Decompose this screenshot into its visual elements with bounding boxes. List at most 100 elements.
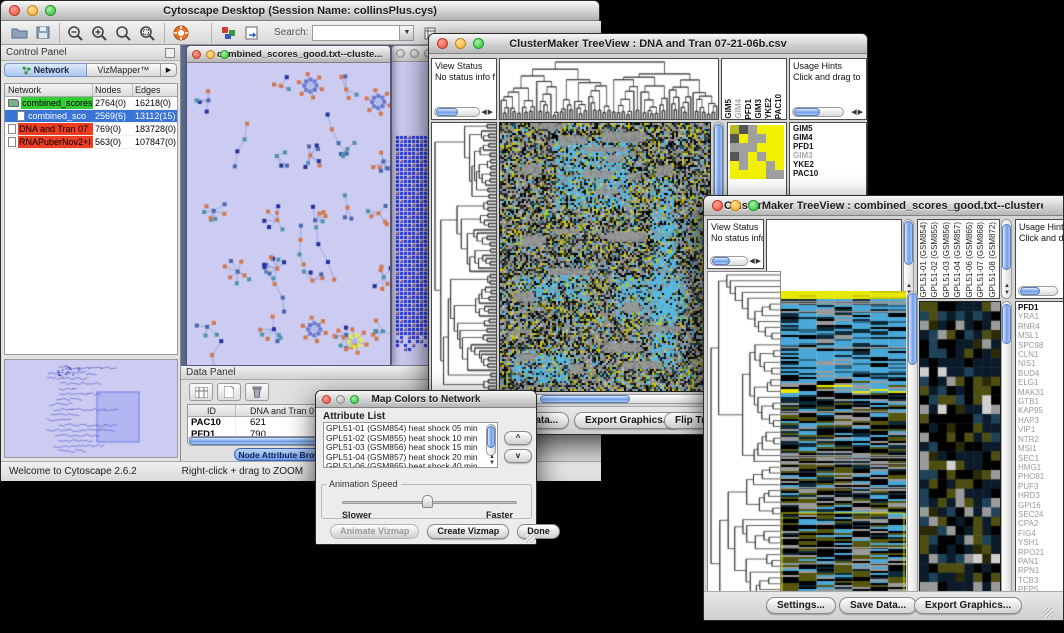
- tv2-gene-label[interactable]: PHO81: [1018, 472, 1063, 481]
- close-button[interactable]: [9, 5, 20, 16]
- open-folder-icon[interactable]: [7, 22, 31, 44]
- attribute-list-item[interactable]: GPL51-06 (GSM865) heat shock 40 min: [326, 462, 495, 468]
- tv2-gene-label[interactable]: PUF3: [1018, 482, 1063, 491]
- network-row[interactable]: DNA and Tran 07769(0)183728(0): [5, 123, 177, 136]
- attribute-table-icon[interactable]: [189, 383, 213, 401]
- minimize-button[interactable]: [730, 200, 741, 211]
- tv2-gene-label[interactable]: PFD1: [1018, 303, 1063, 312]
- tv1-zoom-matrix[interactable]: [730, 125, 784, 179]
- tv2-gene-label[interactable]: NIS1: [1018, 359, 1063, 368]
- tv2-zoom-canvas[interactable]: [920, 302, 1000, 610]
- tv1-row-label[interactable]: PFD1: [793, 142, 866, 151]
- tv2-gene-label[interactable]: SEC24: [1018, 510, 1063, 519]
- new-attribute-icon[interactable]: [217, 383, 241, 401]
- close-button[interactable]: [712, 200, 723, 211]
- plugin-icon[interactable]: [240, 22, 264, 44]
- network-view-titlebar[interactable]: combined_scores_good.txt--cluste...: [187, 46, 390, 63]
- help-lifesaver-icon[interactable]: [169, 22, 193, 44]
- tab-network[interactable]: Network: [4, 63, 87, 77]
- close-button[interactable]: [437, 38, 448, 49]
- tv2-collabels-scroll-arrows[interactable]: ▲▼: [1004, 283, 1010, 297]
- tv2-hints-hscrollbar[interactable]: [1018, 286, 1058, 296]
- tv2-gene-label[interactable]: MAK31: [1018, 388, 1063, 397]
- minimize-button[interactable]: [206, 50, 215, 59]
- tv2-gene-label[interactable]: HRD3: [1018, 491, 1063, 500]
- zoom-selected-icon[interactable]: [136, 22, 160, 44]
- tv2-gene-label[interactable]: NTR2: [1018, 435, 1063, 444]
- tv2-gene-label[interactable]: VIP1: [1018, 425, 1063, 434]
- resize-grip[interactable]: [526, 534, 535, 543]
- tv2-gene-label[interactable]: HAP3: [1018, 416, 1063, 425]
- zoom-button[interactable]: [45, 5, 56, 16]
- tv2-gene-label[interactable]: MSI1: [1018, 444, 1063, 453]
- network-view-window[interactable]: combined_scores_good.txt--cluste...: [186, 45, 391, 366]
- zoom-out-icon[interactable]: [64, 22, 88, 44]
- tv1-heatmap-canvas[interactable]: [500, 123, 710, 391]
- tv1-row-label[interactable]: GIM3: [793, 151, 866, 160]
- search-input[interactable]: [312, 25, 400, 41]
- save-icon[interactable]: [31, 22, 55, 44]
- create-vizmap-button[interactable]: Create Vizmap: [427, 524, 509, 539]
- tv1-row-dendrogram-canvas[interactable]: [432, 123, 496, 391]
- dialog-titlebar[interactable]: Map Colors to Network: [316, 391, 536, 408]
- tv2-gene-label[interactable]: KAP95: [1018, 406, 1063, 415]
- zoom-button[interactable]: [350, 395, 359, 404]
- tv2-heatmap-vscrollbar[interactable]: ▲▼: [907, 291, 918, 611]
- minimize-button[interactable]: [455, 38, 466, 49]
- tv2-status-scroll-arrows[interactable]: ◀▶: [749, 257, 762, 265]
- save-data-button[interactable]: Save Data...: [839, 597, 917, 614]
- resize-grip[interactable]: [1043, 608, 1053, 618]
- main-titlebar[interactable]: Cytoscape Desktop (Session Name: collins…: [1, 1, 599, 21]
- tab-vizmapper[interactable]: VizMapper™: [87, 63, 161, 77]
- float-panel-icon[interactable]: [165, 48, 175, 58]
- network-overview-canvas[interactable]: [5, 360, 177, 457]
- tv1-row-label[interactable]: GIM5: [793, 124, 866, 133]
- zoom-button[interactable]: [473, 38, 484, 49]
- treeview2-titlebar[interactable]: ClusterMaker TreeView : combined_scores_…: [704, 196, 1063, 216]
- tv2-gene-label[interactable]: RPN1: [1018, 566, 1063, 575]
- tv1-hints-scroll-arrows[interactable]: ◀▶: [851, 108, 864, 116]
- network-row[interactable]: combined_scores2764(0)16218(0): [5, 97, 177, 110]
- close-button[interactable]: [192, 50, 201, 59]
- tv2-gene-label[interactable]: SPC98: [1018, 341, 1063, 350]
- minimize-button[interactable]: [27, 5, 38, 16]
- tv1-row-label[interactable]: PAC10: [793, 169, 866, 178]
- tv2-col-dendrogram-panel[interactable]: [766, 219, 902, 299]
- tv2-genes-vscrollbar[interactable]: ▲▼: [1001, 301, 1012, 611]
- tv1-hints-hscrollbar[interactable]: [792, 107, 844, 117]
- vizmapper-icon[interactable]: [216, 22, 240, 44]
- network-row[interactable]: combined_sco2569(6)13112(15): [5, 110, 177, 123]
- move-up-button[interactable]: ^: [504, 431, 532, 445]
- tv2-gene-label[interactable]: HMG1: [1018, 463, 1063, 472]
- tv2-gene-label[interactable]: FIG4: [1018, 529, 1063, 538]
- tv2-gene-label[interactable]: PAN1: [1018, 557, 1063, 566]
- tv2-gene-label[interactable]: CLN1: [1018, 350, 1063, 359]
- zoom-button[interactable]: [220, 50, 229, 59]
- move-down-button[interactable]: v: [504, 449, 532, 463]
- attribute-list-vscrollbar[interactable]: [486, 424, 496, 456]
- treeview1-titlebar[interactable]: ClusterMaker TreeView : DNA and Tran 07-…: [429, 34, 867, 54]
- tv1-row-label[interactable]: YKE2: [793, 160, 866, 169]
- tv2-gene-label[interactable]: BUD4: [1018, 369, 1063, 378]
- tv2-row-dendrogram-canvas[interactable]: [708, 272, 780, 610]
- tv2-gene-label[interactable]: SEC1: [1018, 454, 1063, 463]
- tv2-gene-label[interactable]: GTB1: [1018, 397, 1063, 406]
- tv2-gene-label[interactable]: ELG1: [1018, 378, 1063, 387]
- tv2-gene-label[interactable]: MSL1: [1018, 331, 1063, 340]
- delete-attribute-icon[interactable]: [245, 383, 269, 401]
- tab-overflow-arrow[interactable]: ▶: [161, 63, 177, 77]
- attribute-list-scroll-arrows[interactable]: ▲▼: [489, 454, 495, 466]
- zoom-button[interactable]: [748, 200, 759, 211]
- search-dropdown-button[interactable]: ▼: [400, 25, 414, 41]
- tv2-heatmap-canvas[interactable]: [781, 291, 906, 611]
- zoom-fit-icon[interactable]: [112, 22, 136, 44]
- tv2-collabels-vscrollbar[interactable]: ▲▼: [1001, 219, 1012, 299]
- tv2-gene-label[interactable]: GPI16: [1018, 501, 1063, 510]
- tv2-gene-label[interactable]: RNR4: [1018, 322, 1063, 331]
- id-column-header[interactable]: ID: [188, 405, 236, 416]
- export-graphics-button[interactable]: Export Graphics...: [914, 597, 1022, 614]
- speed-slider-thumb[interactable]: [422, 495, 433, 508]
- tv2-gene-label[interactable]: YRA1: [1018, 312, 1063, 321]
- network-canvas[interactable]: [187, 63, 390, 365]
- network-row[interactable]: RNAPuberNov2+I563(0)107847(0): [5, 136, 177, 149]
